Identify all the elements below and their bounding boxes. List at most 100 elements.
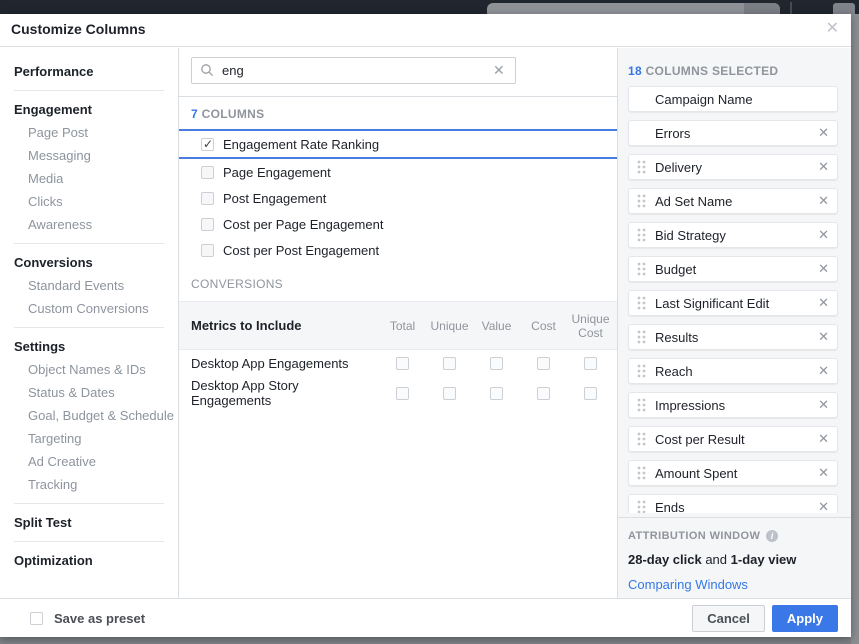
- sidebar-item-engagement[interactable]: Engagement: [0, 98, 178, 121]
- checkbox-unchecked[interactable]: [201, 218, 214, 231]
- col-header-value: Value: [473, 319, 520, 333]
- selected-column-chip[interactable]: Cost per Result ✕: [628, 426, 838, 452]
- apply-button[interactable]: Apply: [772, 605, 838, 632]
- checkbox-checked[interactable]: [201, 138, 214, 151]
- category-sidebar: Performance Engagement Page Post Messagi…: [0, 48, 178, 612]
- sidebar-item-conversions[interactable]: Conversions: [0, 251, 178, 274]
- sidebar-item-media[interactable]: Media: [0, 167, 178, 190]
- checkbox-unchecked[interactable]: [584, 357, 597, 370]
- remove-icon[interactable]: ✕: [812, 261, 829, 277]
- remove-icon[interactable]: ✕: [812, 159, 829, 175]
- modal-footer: Save as preset Cancel Apply: [0, 598, 851, 637]
- sidebar-item-awareness[interactable]: Awareness: [0, 213, 178, 236]
- selected-column-chip[interactable]: Bid Strategy ✕: [628, 222, 838, 248]
- drag-handle-icon[interactable]: [637, 330, 646, 344]
- sidebar-item-standard-events[interactable]: Standard Events: [0, 274, 178, 297]
- attribution-click-window: 28-day click: [628, 552, 702, 567]
- drag-handle-icon[interactable]: [637, 194, 646, 208]
- sidebar-item-goal-budget-schedule[interactable]: Goal, Budget & Schedule: [0, 404, 178, 427]
- attribution-window-value: 28-day click and 1-day view: [628, 552, 841, 567]
- drag-handle-icon[interactable]: [637, 398, 646, 412]
- column-option-row[interactable]: Cost per Post Engagement: [179, 237, 617, 263]
- selected-column-chip[interactable]: Reach ✕: [628, 358, 838, 384]
- sidebar-item-settings[interactable]: Settings: [0, 335, 178, 358]
- selected-column-chip[interactable]: Ends ✕: [628, 494, 838, 513]
- selected-column-chip[interactable]: Impressions ✕: [628, 392, 838, 418]
- conversions-section-label: CONVERSIONS: [179, 263, 617, 301]
- remove-icon[interactable]: ✕: [812, 499, 829, 513]
- results-count: 7: [191, 107, 198, 121]
- checkbox-unchecked[interactable]: [443, 387, 456, 400]
- checkbox-unchecked[interactable]: [30, 612, 43, 625]
- drag-handle-icon[interactable]: [637, 296, 646, 310]
- drag-handle-icon[interactable]: [637, 262, 646, 276]
- selected-columns-panel: 18 COLUMNS SELECTED Campaign Name ✕ Erro…: [618, 48, 851, 612]
- column-option-row[interactable]: Cost per Page Engagement: [179, 211, 617, 237]
- remove-icon[interactable]: ✕: [812, 465, 829, 481]
- selected-column-chip[interactable]: Last Significant Edit ✕: [628, 290, 838, 316]
- checkbox-unchecked[interactable]: [396, 387, 409, 400]
- sidebar-item-clicks[interactable]: Clicks: [0, 190, 178, 213]
- checkbox-unchecked[interactable]: [584, 387, 597, 400]
- close-icon[interactable]: ✕: [826, 19, 839, 39]
- remove-icon[interactable]: ✕: [812, 193, 829, 209]
- drag-handle-icon[interactable]: [637, 160, 646, 174]
- remove-icon[interactable]: ✕: [812, 397, 829, 413]
- save-as-preset-control[interactable]: Save as preset: [30, 611, 145, 626]
- checkbox-unchecked[interactable]: [443, 357, 456, 370]
- selected-column-chip[interactable]: Campaign Name ✕: [628, 86, 838, 112]
- drag-handle-icon[interactable]: [637, 466, 646, 480]
- drag-handle-icon[interactable]: [637, 500, 646, 513]
- attribution-window-text: ATTRIBUTION WINDOW: [628, 530, 760, 542]
- selected-column-chip[interactable]: Ad Set Name ✕: [628, 188, 838, 214]
- sidebar-item-optimization[interactable]: Optimization: [0, 549, 178, 572]
- selected-column-chip[interactable]: Amount Spent ✕: [628, 460, 838, 486]
- sidebar-item-targeting[interactable]: Targeting: [0, 427, 178, 450]
- search-input[interactable]: [191, 57, 516, 84]
- sidebar-item-performance[interactable]: Performance: [0, 60, 178, 83]
- sidebar-item-tracking[interactable]: Tracking: [0, 473, 178, 496]
- checkbox-unchecked[interactable]: [396, 357, 409, 370]
- drag-handle-icon[interactable]: [637, 228, 646, 242]
- info-icon[interactable]: i: [766, 530, 778, 542]
- column-option-row[interactable]: Post Engagement: [179, 185, 617, 211]
- checkbox-unchecked[interactable]: [537, 387, 550, 400]
- metric-row-label: Desktop App Story Engagements: [179, 378, 379, 408]
- sidebar-item-status-dates[interactable]: Status & Dates: [0, 381, 178, 404]
- divider: [14, 503, 164, 504]
- checkbox-unchecked[interactable]: [490, 387, 503, 400]
- selected-column-chip[interactable]: Results ✕: [628, 324, 838, 350]
- column-option-row[interactable]: Engagement Rate Ranking: [179, 129, 617, 159]
- results-count-header: 7 COLUMNS: [179, 97, 617, 129]
- remove-icon[interactable]: ✕: [812, 125, 829, 141]
- sidebar-item-custom-conversions[interactable]: Custom Conversions: [0, 297, 178, 320]
- clear-search-icon[interactable]: ✕: [493, 62, 505, 79]
- drag-handle-icon[interactable]: [637, 432, 646, 446]
- chip-label: Budget: [655, 262, 812, 277]
- remove-icon[interactable]: ✕: [812, 295, 829, 311]
- selected-column-chip[interactable]: Delivery ✕: [628, 154, 838, 180]
- checkbox-unchecked[interactable]: [201, 192, 214, 205]
- column-option-label: Cost per Post Engagement: [223, 243, 379, 258]
- sidebar-item-page-post[interactable]: Page Post: [0, 121, 178, 144]
- remove-icon[interactable]: ✕: [812, 227, 829, 243]
- chip-label: Amount Spent: [655, 466, 812, 481]
- checkbox-unchecked[interactable]: [201, 244, 214, 257]
- selected-column-chip[interactable]: Errors ✕: [628, 120, 838, 146]
- cancel-button[interactable]: Cancel: [692, 605, 765, 632]
- drag-handle-icon[interactable]: [637, 364, 646, 378]
- sidebar-item-ad-creative[interactable]: Ad Creative: [0, 450, 178, 473]
- footer-buttons: Cancel Apply: [692, 605, 838, 632]
- remove-icon[interactable]: ✕: [812, 329, 829, 345]
- checkbox-unchecked[interactable]: [201, 166, 214, 179]
- remove-icon[interactable]: ✕: [812, 363, 829, 379]
- selected-column-chip[interactable]: Budget ✕: [628, 256, 838, 282]
- sidebar-item-split-test[interactable]: Split Test: [0, 511, 178, 534]
- sidebar-item-object-names-ids[interactable]: Object Names & IDs: [0, 358, 178, 381]
- sidebar-item-messaging[interactable]: Messaging: [0, 144, 178, 167]
- column-option-row[interactable]: Page Engagement: [179, 159, 617, 185]
- comparing-windows-link[interactable]: Comparing Windows: [628, 577, 841, 592]
- checkbox-unchecked[interactable]: [490, 357, 503, 370]
- checkbox-unchecked[interactable]: [537, 357, 550, 370]
- remove-icon[interactable]: ✕: [812, 431, 829, 447]
